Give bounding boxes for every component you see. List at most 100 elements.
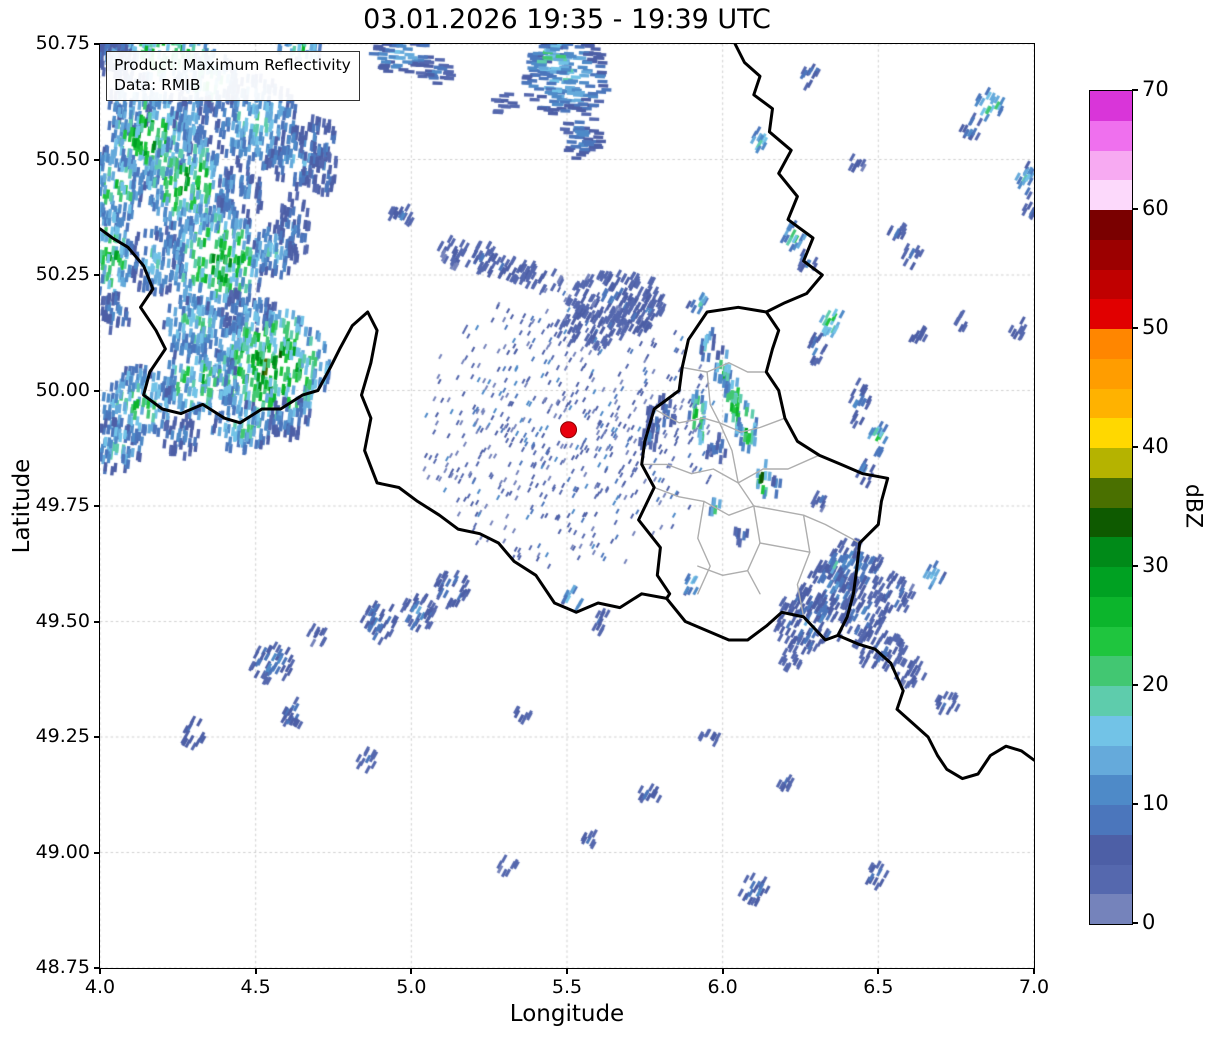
- map-plot-area: Product: Maximum Reflectivity Data: RMIB: [99, 43, 1035, 969]
- x-tick-mark: [254, 968, 257, 974]
- colorbar-band: [1090, 388, 1132, 419]
- district-border-line: [746, 505, 761, 595]
- x-tick-label: 6.0: [707, 976, 738, 998]
- x-tick-label: 6.5: [863, 976, 894, 998]
- colorbar-tick-mark: [1132, 922, 1138, 924]
- colorbar-band: [1090, 210, 1132, 240]
- colorbar-band: [1090, 150, 1132, 181]
- colorbar-band: [1090, 834, 1132, 865]
- colorbar-tick-mark: [1132, 208, 1138, 210]
- y-tick-label: 49.00: [35, 840, 90, 863]
- x-tick-label: 5.0: [396, 976, 427, 998]
- colorbar-tick-label: 50: [1142, 315, 1169, 339]
- x-tick-mark: [877, 968, 880, 974]
- x-tick-label: 7.0: [1018, 976, 1050, 998]
- colorbar-band: [1090, 358, 1132, 389]
- colorbar-band: [1090, 626, 1132, 657]
- y-tick-label: 48.75: [35, 956, 90, 978]
- colorbar-tick-mark: [1132, 565, 1138, 567]
- x-tick-mark: [1033, 968, 1035, 974]
- colorbar-band: [1090, 567, 1132, 597]
- y-tick-label: 49.75: [35, 494, 90, 516]
- district-border-line: [653, 486, 861, 544]
- y-tick-mark: [94, 274, 100, 276]
- y-tick-mark: [94, 389, 100, 392]
- colorbar: [1089, 90, 1133, 925]
- figure-title: 03.01.2026 19:35 - 19:39 UTC: [363, 4, 771, 35]
- product-line: Product: Maximum Reflectivity: [114, 56, 351, 74]
- colorbar-band: [1090, 894, 1132, 924]
- colorbar-band: [1090, 91, 1132, 121]
- country-border-line: [100, 227, 669, 614]
- colorbar-band: [1090, 329, 1132, 359]
- district-border-line: [697, 500, 711, 595]
- map-borders-layer: [100, 44, 1034, 781]
- colorbar-band: [1090, 596, 1132, 627]
- colorbar-tick-label: 10: [1142, 791, 1169, 815]
- colorbar-tick-label: 40: [1142, 434, 1169, 458]
- district-border-line: [697, 565, 749, 576]
- country-border-line: [733, 44, 824, 314]
- y-tick-label: 49.25: [35, 725, 90, 747]
- radar-site-marker: [560, 421, 578, 439]
- district-border-line: [706, 371, 721, 424]
- data-source-line: Data: RMIB: [114, 76, 201, 95]
- colorbar-tick-label: 70: [1142, 77, 1169, 101]
- colorbar-band: [1090, 656, 1132, 686]
- colorbar-band: [1090, 775, 1132, 805]
- colorbar-band: [1090, 239, 1132, 270]
- y-tick-mark: [94, 967, 100, 969]
- luxembourg-outline: [637, 305, 890, 642]
- x-axis-label: Longitude: [509, 1001, 625, 1027]
- colorbar-band: [1090, 715, 1132, 746]
- colorbar-axis-label: dBZ: [1180, 483, 1206, 529]
- colorbar-band: [1090, 686, 1132, 716]
- y-tick-label: 50.00: [35, 378, 90, 401]
- colorbar-tick-mark: [1132, 446, 1138, 448]
- y-tick-mark: [94, 736, 100, 738]
- district-border-line: [737, 482, 755, 507]
- district-border-line: [681, 362, 767, 373]
- colorbar-tick-mark: [1132, 327, 1138, 329]
- x-tick-mark: [410, 968, 413, 974]
- x-tick-mark: [721, 968, 724, 974]
- district-border-line: [653, 408, 786, 433]
- colorbar-band: [1090, 448, 1132, 478]
- x-tick-label: 4.5: [240, 976, 271, 998]
- colorbar-band: [1090, 120, 1132, 151]
- x-tick-label: 5.5: [551, 976, 583, 998]
- x-tick-label: 4.0: [84, 976, 116, 998]
- product-annotation-box: Product: Maximum Reflectivity Data: RMIB: [106, 51, 360, 101]
- y-tick-mark: [94, 620, 100, 623]
- colorbar-band: [1090, 805, 1132, 835]
- colorbar-tick-label: 0: [1142, 910, 1156, 934]
- district-border-line: [641, 454, 820, 484]
- colorbar-band: [1090, 418, 1132, 448]
- y-tick-mark: [94, 851, 100, 854]
- y-tick-label: 50.50: [35, 147, 90, 170]
- y-tick-label: 50.75: [35, 32, 90, 54]
- colorbar-tick-label: 20: [1142, 672, 1169, 696]
- y-tick-label: 50.25: [35, 263, 90, 285]
- colorbar-band: [1090, 537, 1132, 567]
- colorbar-tick-label: 60: [1142, 196, 1169, 220]
- x-tick-mark: [566, 968, 568, 974]
- y-tick-label: 49.50: [35, 609, 90, 632]
- colorbar-tick-mark: [1132, 803, 1138, 805]
- colorbar-tick-label: 30: [1142, 553, 1169, 577]
- country-border-line: [836, 633, 1034, 781]
- district-border-line: [796, 514, 811, 618]
- colorbar-band: [1090, 269, 1132, 300]
- district-border-line: [759, 542, 811, 553]
- y-tick-mark: [94, 43, 100, 45]
- radar-figure: 03.01.2026 19:35 - 19:39 UTC Product: Ma…: [0, 0, 1219, 1040]
- colorbar-tick-mark: [1132, 89, 1138, 91]
- colorbar-band: [1090, 299, 1132, 329]
- y-tick-mark: [94, 158, 100, 161]
- colorbar-tick-mark: [1132, 684, 1138, 686]
- colorbar-band: [1090, 864, 1132, 895]
- colorbar-band: [1090, 507, 1132, 538]
- colorbar-band: [1090, 180, 1132, 210]
- colorbar-band: [1090, 477, 1132, 508]
- y-tick-mark: [94, 505, 100, 507]
